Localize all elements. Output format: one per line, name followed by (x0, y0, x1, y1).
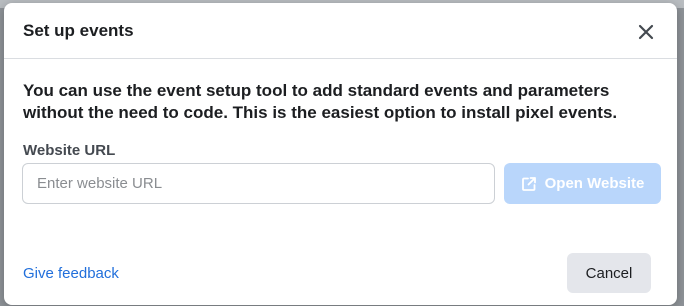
close-icon (638, 24, 654, 40)
external-link-icon (521, 176, 536, 191)
dialog-description: You can use the event setup tool to add … (23, 81, 618, 122)
setup-events-dialog: Set up events You can use the event setu… (4, 3, 677, 305)
dialog-title: Set up events (23, 21, 134, 40)
close-button[interactable] (632, 18, 660, 46)
website-url-label: Website URL (23, 142, 116, 159)
dialog-header: Set up events (4, 3, 677, 59)
website-url-input[interactable] (22, 163, 495, 204)
cancel-button[interactable]: Cancel (567, 253, 651, 293)
open-website-label: Open Website (544, 175, 645, 192)
cancel-label: Cancel (585, 264, 633, 282)
open-website-button[interactable]: Open Website (504, 163, 661, 204)
give-feedback-link[interactable]: Give feedback (23, 265, 119, 282)
